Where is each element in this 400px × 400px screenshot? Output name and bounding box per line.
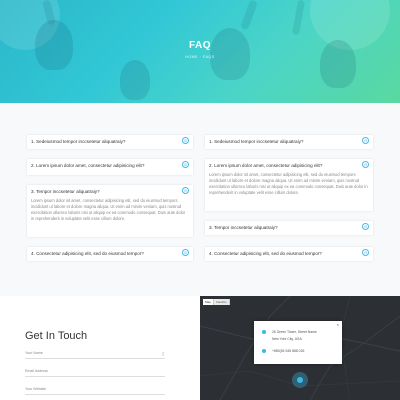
phone-icon [262,349,266,353]
toggle-icon[interactable]: ⊖ [182,249,189,256]
contact-section [0,296,200,400]
faq-question: 3. Tempor inccsetetur aliquatraiy? [209,225,278,230]
toggle-icon[interactable]: ⊖ [182,137,189,144]
website-field[interactable]: Your Website [25,387,46,391]
close-icon[interactable]: × [337,322,339,327]
faq-item[interactable]: 4. Consectetur adipisicing elit, sed do … [205,247,373,261]
faq-question: 2. Lorem ipsum dolor amet, consectetur a… [31,163,145,168]
toggle-icon[interactable]: ⊖ [362,249,369,256]
name-field-underline [25,358,165,359]
location-icon [262,330,266,334]
faq-answer: Lorem ipsum dolor sit amet, consectetur … [209,172,368,196]
user-icon: ▯ [162,351,165,356]
toggle-icon[interactable]: ⊖ [182,161,189,168]
map-info-popup: × 26 Green Tower, Street Name New York C… [254,321,342,364]
popup-phone: +880(54 545 888 026 [272,349,305,353]
faq-question: 1. Sedeiusmod tempor inccsetetur aliquat… [209,139,304,144]
toggle-icon[interactable]: ⊖ [362,223,369,230]
faq-answer: Lorem ipsum dolor sit amet, consectetur … [31,198,186,222]
website-field-underline [25,394,165,395]
popup-address-line1: 26 Green Tower, Street Name [272,330,317,334]
faq-question: 1. Sedeiusmod tempor inccsetetur aliquat… [31,139,126,144]
faq-item[interactable]: 3. Tempor inccsetetur aliquatraiy? ⊖ [205,221,373,235]
toggle-icon[interactable]: ⊖ [362,161,369,168]
tab-satellite[interactable]: Satellite [213,299,230,306]
map-marker-icon[interactable] [292,372,308,388]
breadcrumb: HOME · FAQS [185,55,215,59]
map-type-tabs: Map Satellite [203,299,230,306]
popup-address-line2: New York City, USA [272,337,302,341]
page-title: FAQ [188,40,212,51]
email-field[interactable]: Email Address [25,369,48,373]
faq-item-open[interactable]: 3. Tempor inccsetetur aliquatraiy? ⊖ Lor… [27,185,193,237]
name-field[interactable]: Your Name [25,351,43,355]
faq-item-open[interactable]: 2. Lorem ipsum dolor amet, consectetur a… [205,159,373,211]
contact-title: Get In Touch [25,330,88,342]
faq-question: 4. Consectetur adipisicing elit, sed do … [31,251,144,256]
faq-question: 2. Lorem ipsum dolor amet, consectetur a… [209,163,323,168]
page-hero: FAQ HOME · FAQS [0,0,400,103]
tab-map[interactable]: Map [203,299,214,306]
toggle-icon[interactable]: ⊖ [362,137,369,144]
faq-item[interactable]: 4. Consectetur adipisicing elit, sed do … [27,247,193,261]
faq-item[interactable]: 1. Sedeiusmod tempor inccsetetur aliquat… [205,135,373,149]
faq-question: 4. Consectetur adipisicing elit, sed do … [209,251,322,256]
faq-item[interactable]: 1. Sedeiusmod tempor inccsetetur aliquat… [27,135,193,149]
email-field-underline [25,376,165,377]
toggle-icon[interactable]: ⊖ [182,187,189,194]
faq-item[interactable]: 2. Lorem ipsum dolor amet, consectetur a… [27,159,193,175]
faq-question: 3. Tempor inccsetetur aliquatraiy? [31,189,100,194]
